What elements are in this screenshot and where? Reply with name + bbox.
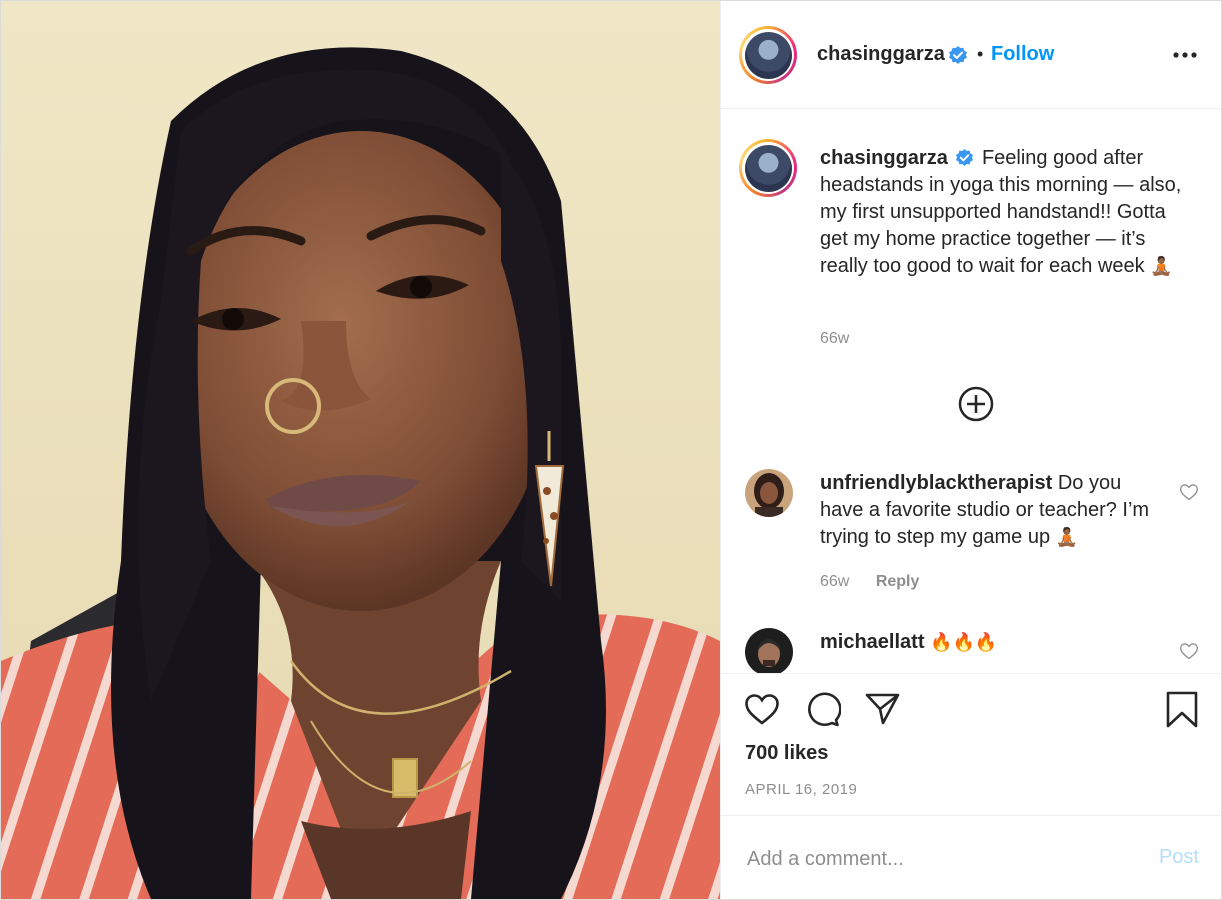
follow-button[interactable]: Follow <box>991 43 1054 66</box>
caption: chasinggarza Feeling good after headstan… <box>820 145 1190 280</box>
comment-username[interactable]: michaellatt <box>820 631 924 653</box>
plus-circle-icon[interactable] <box>957 385 995 423</box>
add-comment-input[interactable] <box>745 844 1109 874</box>
instagram-post: chasinggarza • Follow chasinggarza Feeli… <box>0 0 1222 900</box>
add-comment-bar: Post <box>721 815 1221 899</box>
save-bookmark-icon[interactable] <box>1163 690 1201 728</box>
like-comment-heart-icon[interactable] <box>1179 641 1199 661</box>
post-side-panel: chasinggarza • Follow chasinggarza Feeli… <box>720 1 1221 899</box>
post-date[interactable]: APRIL 16, 2019 <box>745 781 857 798</box>
post-comment-button[interactable]: Post <box>1159 846 1199 869</box>
commenter-avatar[interactable] <box>745 628 793 673</box>
separator-dot: • <box>977 44 984 64</box>
like-comment-heart-icon[interactable] <box>1179 482 1199 502</box>
post-photo[interactable] <box>1 1 720 899</box>
post-actions: 700 likes APRIL 16, 2019 <box>721 673 1221 815</box>
caption-avatar[interactable] <box>739 139 797 197</box>
comment: unfriendlyblacktherapist Do you have a f… <box>820 470 1160 551</box>
likes-count[interactable]: 700 likes <box>745 742 828 765</box>
yoga-emoji: 🧘🏾 <box>1150 256 1173 277</box>
post-header: chasinggarza • Follow <box>721 1 1221 109</box>
share-paper-plane-icon[interactable] <box>863 690 901 728</box>
verified-badge-icon <box>956 148 974 167</box>
verified-badge-icon <box>949 46 967 64</box>
comment-timestamp[interactable]: 66w <box>820 573 849 590</box>
reply-button[interactable]: Reply <box>876 573 920 590</box>
like-heart-icon[interactable] <box>743 690 781 728</box>
caption-username[interactable]: chasinggarza <box>820 147 948 169</box>
comment-bubble-icon[interactable] <box>803 690 841 728</box>
yoga-emoji: 🧘🏾 <box>1055 527 1079 548</box>
comment-clip: michaellatt 🔥🔥🔥 <box>721 621 1221 673</box>
comment-meta: 66w Reply <box>820 573 919 591</box>
fire-emoji: 🔥🔥🔥 <box>930 632 998 653</box>
author-avatar[interactable] <box>739 26 797 84</box>
author-username[interactable]: chasinggarza <box>817 43 945 66</box>
more-options-icon[interactable] <box>1171 41 1199 69</box>
caption-timestamp[interactable]: 66w <box>820 330 849 348</box>
selfie-portrait-image <box>1 1 720 899</box>
comment-username[interactable]: unfriendlyblacktherapist <box>820 472 1052 494</box>
commenter-avatar[interactable] <box>745 469 793 517</box>
comment: michaellatt 🔥🔥🔥 <box>820 629 1160 656</box>
